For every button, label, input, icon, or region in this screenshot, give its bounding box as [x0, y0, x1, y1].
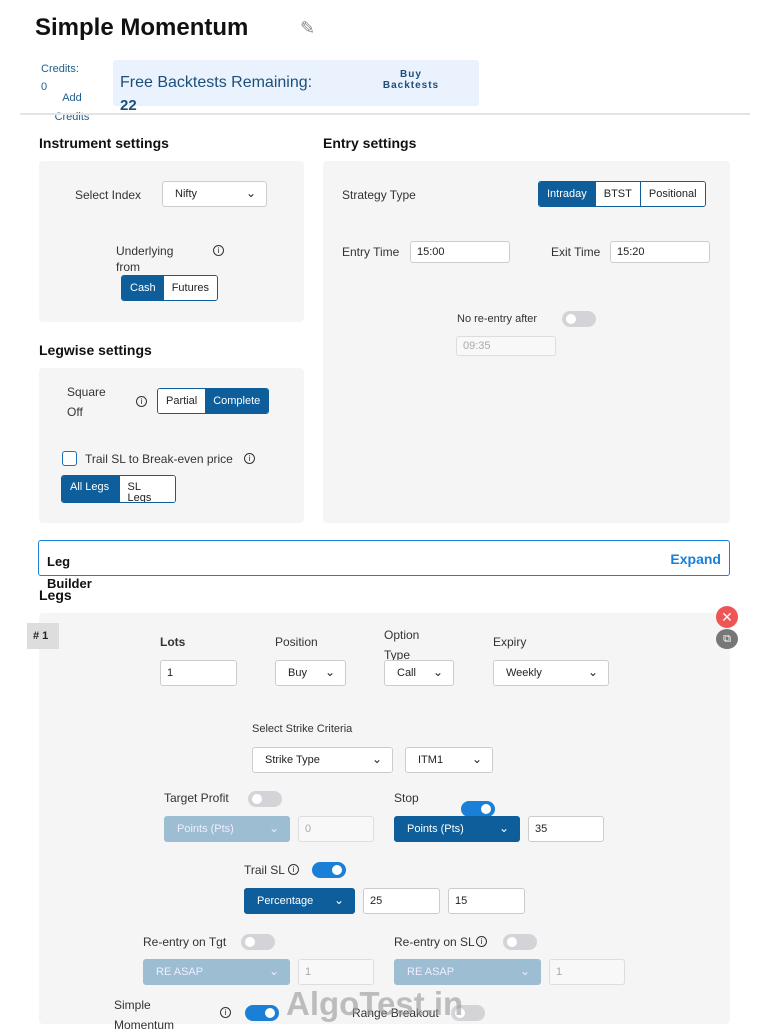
entry-panel: Strategy Type Intraday BTST Positional Ent… [323, 161, 730, 523]
legs-title: Legs [39, 587, 72, 603]
target-profit-toggle[interactable] [248, 791, 282, 807]
info-icon[interactable]: i [213, 245, 224, 256]
chevron-down-icon: ⌄ [268, 964, 279, 978]
strategy-intraday[interactable]: Intraday [539, 182, 595, 206]
simple-momentum-toggle[interactable] [245, 1005, 279, 1021]
info-icon[interactable]: i [288, 864, 299, 875]
reentry-sl-type-select[interactable]: RE ASAP ⌄ [394, 959, 541, 985]
chevron-down-icon: ⌄ [371, 752, 382, 766]
trail-type-select[interactable]: Percentage ⌄ [244, 888, 355, 914]
entry-time-input[interactable]: 15:00 [410, 241, 510, 263]
chevron-down-icon: ⌄ [333, 893, 344, 907]
strike-criteria-label: Select Strike Criteria [252, 723, 353, 735]
square-off-complete[interactable]: Complete [205, 389, 269, 413]
square-off-partial[interactable]: Partial [158, 389, 206, 413]
square-off-label: Square Off [67, 385, 106, 419]
lots-label: Lots [160, 635, 186, 649]
chevron-down-icon: ⌄ [587, 665, 598, 679]
expiry-label: Expiry [493, 635, 527, 649]
trail-sl-checkbox[interactable] [62, 451, 77, 466]
legwise-settings-title: Legwise settings [39, 342, 152, 358]
chevron-down-icon: ⌄ [245, 186, 256, 200]
sl-value-input[interactable]: 35 [528, 816, 604, 842]
simple-momentum-label: Simple Momentum [114, 998, 175, 1032]
tp-type-select[interactable]: Points (Pts) ⌄ [164, 816, 290, 842]
trail-x-input[interactable]: 25 [363, 888, 440, 914]
add-credits-link[interactable]: Add Credits [47, 89, 97, 127]
chevron-down-icon: ⌄ [498, 821, 509, 835]
underlying-futures[interactable]: Futures [163, 276, 217, 300]
trail-sl-toggle[interactable] [312, 862, 346, 878]
strike-type-select[interactable]: Strike Type ⌄ [252, 747, 393, 773]
stop-loss-toggle[interactable] [461, 801, 495, 817]
no-reentry-label: No re-entry after [457, 313, 538, 325]
no-reentry-toggle[interactable] [562, 311, 596, 327]
entry-settings-title: Entry settings [323, 135, 417, 151]
divider [20, 113, 750, 115]
info-icon[interactable]: i [136, 396, 147, 407]
info-icon[interactable]: i [476, 936, 487, 947]
exit-time-input[interactable]: 15:20 [610, 241, 710, 263]
position-label: Position [275, 635, 318, 649]
info-icon[interactable]: i [220, 1007, 231, 1018]
reentry-tgt-label: Re-entry on Tgt [143, 935, 227, 949]
chevron-down-icon: ⌄ [268, 821, 279, 835]
no-reentry-time-input[interactable]: 09:35 [456, 336, 556, 356]
strategy-type-label: Strategy Type [342, 188, 416, 202]
instrument-panel: Select Index Nifty ⌄ Underlying from i Ca… [39, 161, 304, 322]
target-profit-label: Target Profit [164, 791, 229, 805]
buy-backtests-button[interactable]: Buy Backtests [375, 69, 447, 91]
trail-sl-legs[interactable]: SL Legs [119, 476, 175, 502]
leg-panel: # 1 ✕ ⧉ Lots 1 Position Buy ⌄ Option Type… [27, 606, 738, 1032]
trail-sl-label: Trail SL [244, 863, 285, 877]
strike-select[interactable]: ITM1 ⌄ [405, 747, 493, 773]
page-title: Simple Momentum [35, 14, 249, 41]
reentry-tgt-toggle[interactable] [241, 934, 275, 950]
underlying-cash[interactable]: Cash [122, 276, 164, 300]
stop-loss-label: Stop Loss [394, 791, 419, 805]
trail-all-legs[interactable]: All Legs [62, 476, 120, 502]
sl-type-select[interactable]: Points (Pts) ⌄ [394, 816, 520, 842]
entry-time-label: Entry Time [342, 245, 400, 259]
edit-icon[interactable]: ✎ [300, 18, 315, 39]
index-select[interactable]: Nifty ⌄ [162, 181, 267, 207]
reentry-sl-toggle[interactable] [503, 934, 537, 950]
trail-y-input[interactable]: 15 [448, 888, 525, 914]
reentry-sl-label: Re-entry on SL [394, 935, 475, 949]
leg-builder-bar[interactable]: Leg Builder Expand [38, 540, 730, 591]
position-select[interactable]: Buy ⌄ [275, 660, 346, 686]
reentry-tgt-value-input[interactable]: 1 [298, 959, 374, 985]
chevron-down-icon: ⌄ [519, 964, 530, 978]
reentry-tgt-type-select[interactable]: RE ASAP ⌄ [143, 959, 290, 985]
copy-leg-icon[interactable]: ⧉ [716, 629, 738, 649]
free-backtests-value: 22 [120, 97, 137, 114]
chevron-down-icon: ⌄ [471, 752, 482, 766]
legwise-panel: Square Off i Partial Complete Trail SL to… [39, 368, 304, 523]
expiry-select[interactable]: Weekly ⌄ [493, 660, 609, 686]
lots-input[interactable]: 1 [160, 660, 237, 686]
strategy-btst[interactable]: BTST [594, 182, 641, 206]
watermark: AlgoTest.in [286, 985, 464, 1022]
expand-button[interactable]: Expand [670, 551, 721, 567]
chevron-down-icon: ⌄ [324, 665, 335, 679]
free-backtests-label: Free Backtests Remaining: [120, 74, 313, 91]
instrument-settings-title: Instrument settings [39, 135, 169, 151]
info-icon[interactable]: i [244, 453, 255, 464]
select-index-label: Select Index [75, 188, 142, 202]
option-type-select[interactable]: Call ⌄ [384, 660, 454, 686]
chevron-down-icon: ⌄ [432, 665, 443, 679]
trail-sl-label: Trail SL to Break-even price [85, 452, 233, 466]
leg-number-badge: # 1 [27, 623, 59, 649]
tp-value-input[interactable]: 0 [298, 816, 374, 842]
option-type-label: Option Type [384, 628, 420, 662]
reentry-sl-value-input[interactable]: 1 [549, 959, 625, 985]
delete-leg-icon[interactable]: ✕ [716, 606, 738, 628]
underlying-label: Underlying from [116, 244, 174, 274]
free-backtests-banner: Free Backtests Remaining: 22 Buy Backtes… [113, 60, 479, 114]
exit-time-label: Exit Time [551, 245, 601, 259]
credits-label: Credits: [41, 63, 79, 75]
strategy-positional[interactable]: Positional [640, 182, 705, 206]
